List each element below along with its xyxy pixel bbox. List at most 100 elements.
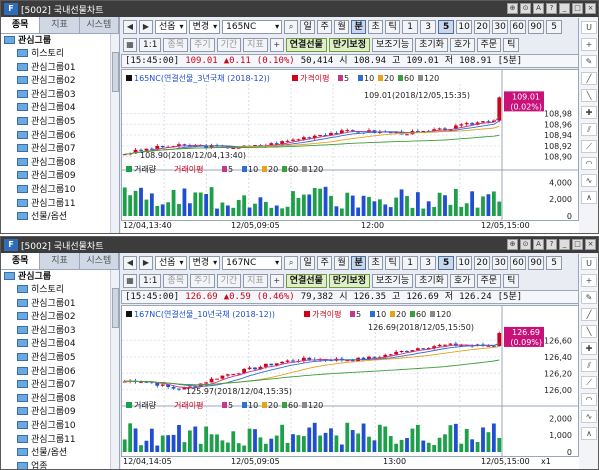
abc-icon[interactable]: ∧ [581,191,597,204]
nav-next-icon[interactable]: ▶ [139,255,153,270]
tree-item[interactable]: 히스토리 [1,48,119,62]
period-2[interactable]: 월 [334,19,350,34]
period-1[interactable]: 주 [317,255,333,270]
tree-item[interactable]: 관심그룹09 [1,170,119,184]
plus-icon[interactable]: + [581,274,597,287]
tree-item[interactable]: 관심그룹03 [1,325,119,339]
left-tab-0[interactable]: 종목 [1,17,41,33]
arc-icon[interactable]: ◠ [581,157,597,170]
zoom-select[interactable]: x1 [541,457,551,466]
market-select[interactable]: 선옵 [155,255,187,270]
chart-canvas[interactable]: 167NC(연결선물_10년국채 (2018-12)) 가격이평 5 10 20 60 12… [122,306,578,457]
help-icon[interactable]: ? [546,239,557,250]
pin-icon[interactable]: ⊙ [520,239,531,250]
tree-scroll-thumb[interactable] [112,288,119,328]
maximize-icon[interactable]: □ [572,239,583,250]
tree-item[interactable]: 관심그룹08 [1,157,119,171]
crosshair-icon[interactable]: + [269,273,284,288]
change-select[interactable]: 변경 [188,255,221,270]
lock-icon[interactable]: A [533,3,544,14]
tree-item[interactable]: 관심그룹02 [1,311,119,325]
interval-0[interactable]: 1 [402,255,419,270]
tree-item[interactable]: 관심그룹10 [1,184,119,198]
maximize-icon[interactable]: □ [572,3,583,14]
tree-item[interactable]: 관심그룹07 [1,379,119,393]
interval-7[interactable]: 90 [528,19,545,34]
interval-2[interactable]: 5 [438,19,455,34]
toolbar-btn-3[interactable]: 기간 [216,273,242,288]
interval-7[interactable]: 90 [528,255,545,270]
nav-prev-icon[interactable]: ◀ [123,255,137,270]
search-icon[interactable]: ⌕ [284,255,299,270]
tool-icon[interactable]: ✎ [581,291,597,304]
tree-item[interactable]: 히스토리 [1,284,119,298]
tree-item[interactable]: 관심그룹04 [1,338,119,352]
interval-6[interactable]: 60 [510,19,527,34]
channel-icon[interactable]: ⫽ [581,123,597,136]
tree-item[interactable]: 선물/옵션 [1,211,119,225]
period-3[interactable]: 분 [351,19,367,34]
tree-item[interactable]: 관심그룹02 [1,75,119,89]
grid-icon[interactable]: ▦ [123,273,137,288]
minimize-icon[interactable]: _ [559,239,570,250]
tree-item[interactable]: 관심그룹11 [1,198,119,212]
toolbar-btn-2[interactable]: 주기 [190,273,215,288]
period-4[interactable]: 초 [368,255,384,270]
interval-4[interactable]: 20 [474,255,491,270]
interval-8[interactable]: 5 [546,255,563,270]
tree-item[interactable]: 업종 [1,461,119,469]
interval-5[interactable]: 30 [492,255,509,270]
period-0[interactable]: 일 [300,19,316,34]
minimize-icon[interactable]: _ [559,3,570,14]
tree-item[interactable]: 관심그룹05 [1,116,119,130]
interval-6[interactable]: 60 [510,255,527,270]
toolbar-btn-5[interactable]: 연결선물 [285,273,327,288]
toolbar-btn-1[interactable]: 종목 [163,273,189,288]
tool-icon[interactable]: ✎ [581,55,597,68]
tree-item[interactable]: 관심그룹08 [1,393,119,407]
tree-scroll-thumb[interactable] [112,52,119,92]
interval-8[interactable]: 5 [546,19,563,34]
toolbar-btn-5[interactable]: 연결선물 [285,37,327,52]
interval-3[interactable]: 10 [456,19,473,34]
toolbar-btn-2[interactable]: 주기 [190,37,215,52]
symbol-input[interactable]: 167NC [222,255,283,270]
left-tab-1[interactable]: 지표 [40,253,80,269]
channel-icon[interactable]: ⫽ [581,359,597,372]
left-tab-2[interactable]: 시스템 [79,17,119,33]
toolbar-btn-3[interactable]: 기간 [216,37,242,52]
arc-icon[interactable]: ◠ [581,393,597,406]
interval-3[interactable]: 10 [456,255,473,270]
toolbar-btn-7[interactable]: 보조기능 [371,273,414,288]
toolbar-btn-11[interactable]: 틱 [503,37,520,52]
U-icon[interactable]: U [581,257,597,270]
fan-icon[interactable]: ⟋ [581,140,597,153]
chart-canvas[interactable]: 165NC(연결선물_3년국채 (2018-12)) 가격이평 5 10 20 60 120… [122,70,578,221]
period-2[interactable]: 월 [334,255,350,270]
change-select[interactable]: 변경 [188,19,221,34]
tree-item[interactable]: 관심그룹01 [1,298,119,312]
market-select[interactable]: 선옵 [155,19,187,34]
tree-item[interactable]: 관심그룹04 [1,102,119,116]
tree-item[interactable]: 관심그룹05 [1,352,119,366]
period-4[interactable]: 초 [368,19,384,34]
trend-icon[interactable]: ╲ [581,325,597,338]
tree-root[interactable]: 관심그룹 [1,270,119,284]
period-3[interactable]: 분 [351,255,367,270]
toolbar-btn-4[interactable]: 지표 [243,37,268,52]
toolbar-btn-8[interactable]: 초기화 [415,37,448,52]
nav-prev-icon[interactable]: ◀ [123,19,137,34]
trend-icon[interactable]: ╲ [581,89,597,102]
period-0[interactable]: 일 [300,255,316,270]
period-5[interactable]: 틱 [385,19,401,34]
wave-icon[interactable]: ∿ [581,410,597,423]
crosshair-icon[interactable]: + [269,37,284,52]
tree-scrollbar[interactable] [110,270,119,469]
interval-5[interactable]: 30 [492,19,509,34]
cross-icon[interactable]: ✚ [581,342,597,355]
interval-1[interactable]: 3 [420,255,437,270]
close-icon[interactable]: × [585,3,596,14]
cross-icon[interactable]: ✚ [581,106,597,119]
toolbar-btn-10[interactable]: 주문 [476,273,502,288]
nav-next-icon[interactable]: ▶ [139,19,153,34]
